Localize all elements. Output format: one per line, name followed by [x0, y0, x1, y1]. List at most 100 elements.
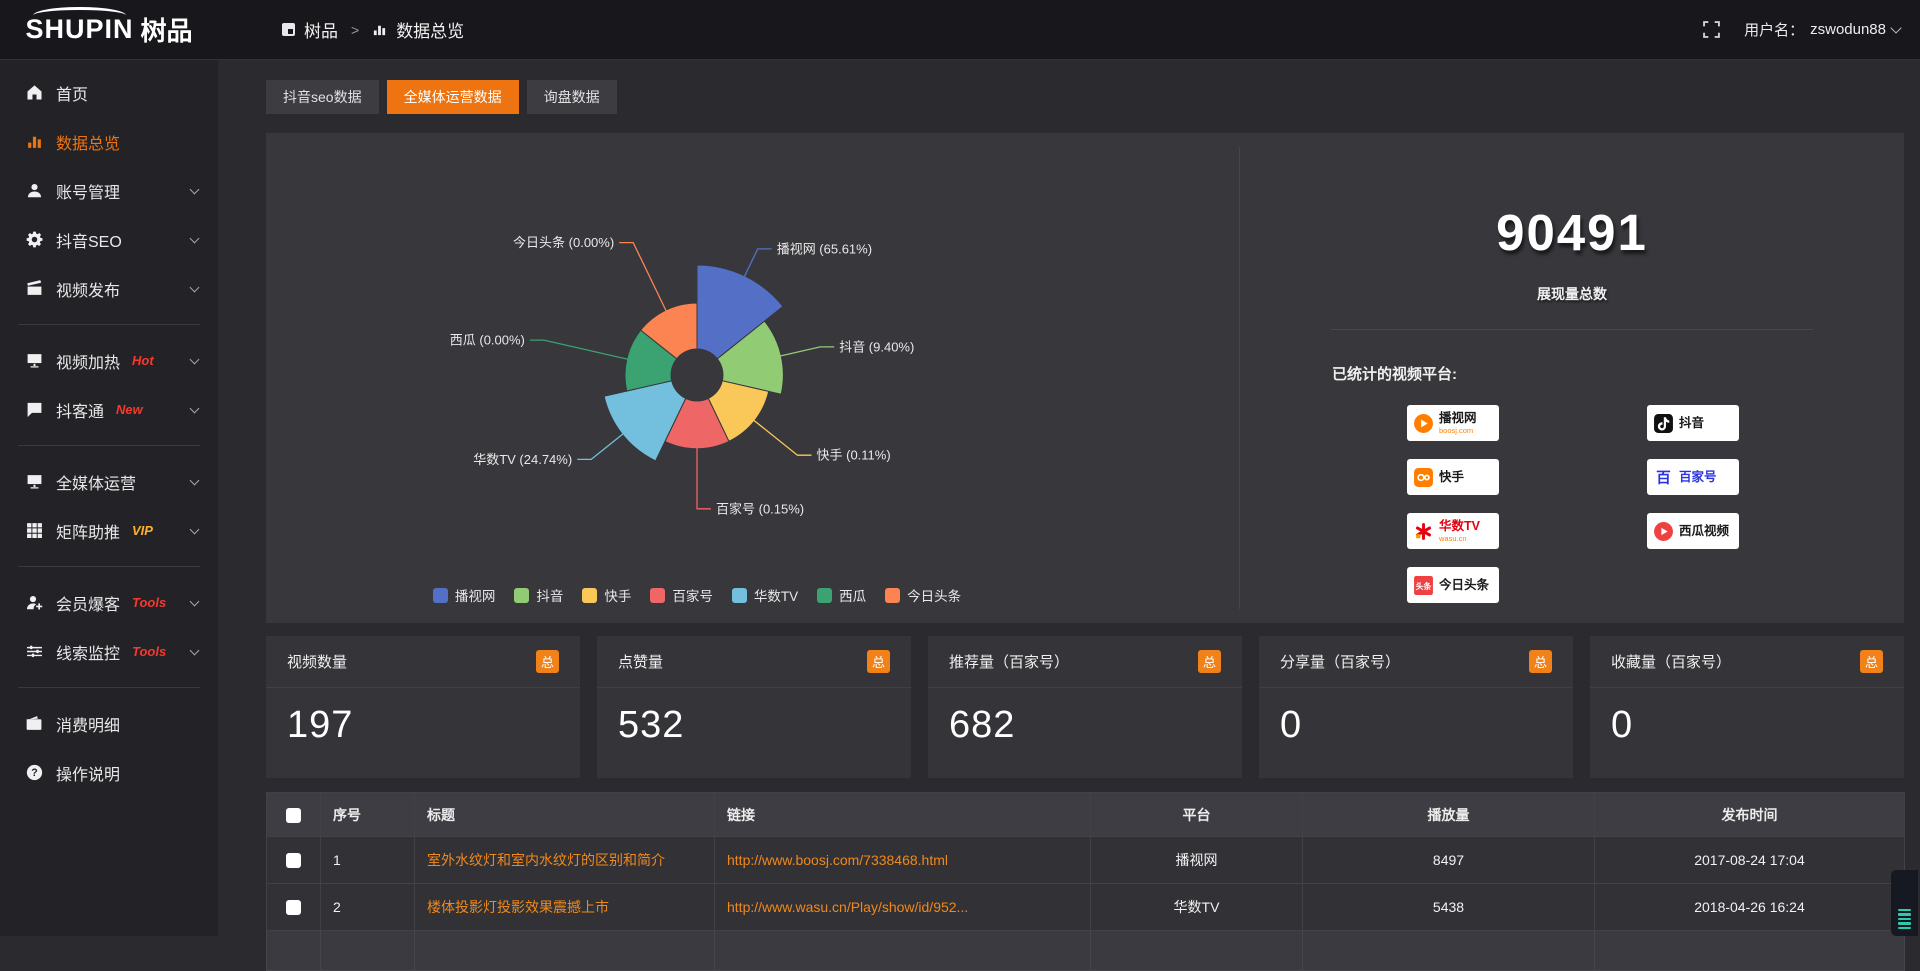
sidebar-item-tag: VIP	[132, 523, 153, 538]
wallet-icon	[26, 715, 43, 732]
gear-icon	[26, 231, 43, 248]
legend-swatch	[433, 588, 448, 603]
table-row: 1 室外水纹灯和室内水纹灯的区别和简介 http://www.boosj.com…	[267, 837, 1905, 884]
pie-label: 今日头条 (0.00%)	[513, 235, 614, 250]
user-add-icon	[26, 594, 43, 611]
contact-stripe-icon	[1898, 913, 1911, 916]
video-url-link[interactable]: http://www.boosj.com/7338468.html	[727, 852, 948, 868]
chevron-down-icon	[190, 403, 200, 413]
platform-badge[interactable]: 西瓜视频	[1647, 513, 1739, 549]
legend-label: 百家号	[672, 585, 713, 605]
select-all-checkbox[interactable]	[286, 808, 301, 823]
legend-item[interactable]: 快手	[582, 585, 631, 605]
video-title-link[interactable]: 楼体投影灯投影效果震撼上市	[427, 899, 609, 915]
row-checkbox[interactable]	[286, 853, 301, 868]
sidebar-item-label: 视频加热	[56, 349, 120, 373]
platform-badge-name: 今日头条	[1439, 579, 1489, 592]
sidebar-item[interactable]: 会员爆客 Tools	[0, 578, 218, 627]
sidebar-item-tag: New	[116, 402, 143, 417]
column-header: 发布时间	[1595, 793, 1905, 837]
bar-chart-icon	[26, 133, 43, 150]
sidebar-item[interactable]: 消费明细	[0, 699, 218, 748]
sidebar-item[interactable]: 线索监控 Tools	[0, 627, 218, 676]
total-badge[interactable]: 总	[536, 650, 559, 673]
sidebar-item[interactable]: ? 操作说明	[0, 748, 218, 797]
video-title-link[interactable]: 室外水纹灯和室内水纹灯的区别和简介	[427, 852, 665, 868]
sidebar-item[interactable]: 矩阵助推 VIP	[0, 506, 218, 555]
sidebar-item[interactable]: 视频加热 Hot	[0, 336, 218, 385]
total-badge[interactable]: 总	[867, 650, 890, 673]
row-checkbox[interactable]	[286, 900, 301, 915]
pie-label-line	[619, 243, 666, 311]
sidebar-item-tag: Tools	[132, 644, 166, 659]
sidebar-menu: 首页 数据总览 账号管理 抖音SEO 视频发布 视频加热 Hot	[0, 60, 218, 797]
floating-contact-widget[interactable]	[1891, 870, 1918, 936]
user-menu[interactable]: 用户名：zswodun88	[1744, 19, 1900, 40]
sliders-icon	[26, 643, 43, 660]
platform-badge[interactable]: 快手	[1407, 459, 1499, 495]
legend-item[interactable]: 抖音	[514, 585, 563, 605]
row-select-cell	[267, 837, 321, 884]
tab-1[interactable]: 全媒体运营数据	[387, 80, 519, 114]
svg-text:头条: 头条	[1416, 581, 1432, 591]
breadcrumb-root[interactable]: 树品	[304, 17, 338, 42]
legend-item[interactable]: 播视网	[433, 585, 496, 605]
tab-0[interactable]: 抖音seo数据	[266, 80, 379, 114]
kuaishou-icon	[1413, 467, 1434, 488]
pie-label: 快手 (0.11%)	[817, 448, 891, 463]
pie-slice[interactable]	[604, 381, 686, 461]
stat-card-label: 点赞量	[618, 651, 663, 672]
clapper-icon	[26, 280, 43, 297]
sidebar-item[interactable]: 视频发布	[0, 264, 218, 313]
legend-item[interactable]: 西瓜	[817, 585, 866, 605]
sidebar-item[interactable]: 账号管理	[0, 166, 218, 215]
sidebar-item[interactable]: 抖客通 New	[0, 385, 218, 434]
sidebar-item[interactable]: 首页	[0, 68, 218, 117]
column-header: 链接	[715, 793, 1091, 837]
sidebar-item-label: 全媒体运营	[56, 470, 136, 494]
legend-item[interactable]: 百家号	[650, 585, 713, 605]
home-icon	[26, 84, 43, 101]
legend-swatch	[582, 588, 597, 603]
main-content: 抖音seo数据全媒体运营数据询盘数据 播视网 (65.61%)抖音 (9.40%…	[266, 60, 1904, 971]
legend-item[interactable]: 今日头条	[885, 585, 961, 605]
pie-label: 抖音 (9.40%)	[839, 339, 914, 354]
total-badge[interactable]: 总	[1198, 650, 1221, 673]
tab-bar: 抖音seo数据全媒体运营数据询盘数据	[266, 80, 1904, 114]
breadcrumb-current: 数据总览	[396, 17, 464, 42]
sidebar-item-label: 会员爆客	[56, 591, 120, 615]
time-cell: 2018-04-26 16:24	[1595, 884, 1905, 931]
legend-swatch	[732, 588, 747, 603]
rose-chart: 播视网 (65.61%)抖音 (9.40%)快手 (0.11%)百家号 (0.1…	[266, 137, 1239, 587]
sidebar-item-label: 首页	[56, 81, 88, 105]
sidebar-item[interactable]: 数据总览	[0, 117, 218, 166]
total-badge[interactable]: 总	[1860, 650, 1883, 673]
platform-badge[interactable]: 抖音	[1647, 405, 1739, 441]
legend-item[interactable]: 华数TV	[732, 585, 798, 605]
platform-badge[interactable]: 百 百家号	[1647, 459, 1739, 495]
user-icon	[26, 182, 43, 199]
app-logo: SHUPIN 树品	[0, 0, 218, 60]
total-badge[interactable]: 总	[1529, 650, 1552, 673]
video-url-link[interactable]: http://www.wasu.cn/Play/show/id/952...	[727, 899, 968, 915]
table-row: 2 楼体投影灯投影效果震撼上市 http://www.wasu.cn/Play/…	[267, 884, 1905, 931]
sidebar-divider	[18, 687, 200, 688]
chevron-down-icon	[190, 184, 200, 194]
column-header: 播放量	[1303, 793, 1595, 837]
fullscreen-icon[interactable]	[1703, 21, 1720, 38]
topbar-right: 用户名：zswodun88	[1703, 19, 1920, 40]
platform-badge[interactable]: 华数TVwasu.cn	[1407, 513, 1499, 549]
logo-text-en: SHUPIN	[25, 14, 133, 45]
chevron-down-icon	[1890, 22, 1901, 33]
platform-badge[interactable]: 头条 今日头条	[1407, 567, 1499, 603]
sidebar-item[interactable]: 抖音SEO	[0, 215, 218, 264]
tab-2[interactable]: 询盘数据	[527, 80, 617, 114]
sidebar-item[interactable]: 全媒体运营	[0, 457, 218, 506]
sidebar-item-tag: Hot	[132, 353, 154, 368]
select-all-cell	[267, 793, 321, 837]
legend-swatch	[885, 588, 900, 603]
chevron-down-icon	[190, 596, 200, 606]
platform-badge[interactable]: 播视网boosj.com	[1407, 405, 1499, 441]
platform-badge-name: 西瓜视频	[1679, 525, 1729, 538]
sidebar-item-label: 账号管理	[56, 179, 120, 203]
